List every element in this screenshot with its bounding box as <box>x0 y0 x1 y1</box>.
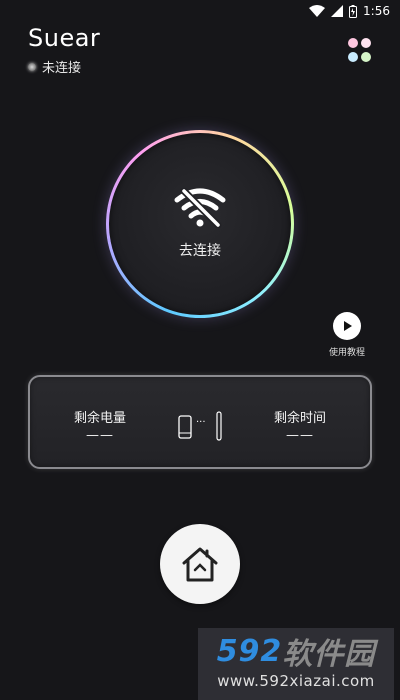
menu-dot-icon <box>348 38 358 48</box>
wifi-status-icon <box>309 5 326 17</box>
watermark-url: www.592xiazai.com <box>217 672 375 690</box>
watermark: 592 软件园 www.592xiazai.com <box>198 628 394 700</box>
battery-remaining: 剩余电量 —— <box>55 407 145 443</box>
watermark-logo: 592 软件园 <box>198 633 394 673</box>
connect-label: 去连接 <box>179 243 221 259</box>
menu-dot-icon <box>361 38 371 48</box>
watermark-number: 592 <box>216 633 283 669</box>
connection-status-text: 未连接 <box>42 61 82 76</box>
phone-icon <box>178 415 192 439</box>
device-connection-icons: ··· <box>178 411 226 443</box>
status-bar: 1:56 <box>0 0 400 22</box>
time-remaining: 剩余时间 —— <box>255 407 345 443</box>
connection-dots: ··· <box>196 417 206 428</box>
watermark-text: 软件园 <box>282 637 376 672</box>
menu-dot-icon <box>348 51 358 62</box>
time-value: —— <box>286 428 314 443</box>
connection-status: 未连接 <box>28 57 81 76</box>
home-icon <box>182 547 218 582</box>
battery-icon <box>349 4 358 18</box>
battery-info-card: 剩余电量 —— ··· 剩余时间 —— <box>28 375 372 469</box>
app-title: Suear <box>28 24 101 52</box>
battery-value: —— <box>86 428 114 443</box>
connect-button-inner: 去连接 <box>109 133 291 315</box>
wifi-off-icon <box>174 188 226 228</box>
battery-label: 剩余电量 <box>73 411 126 426</box>
menu-dot-icon <box>361 51 371 62</box>
menu-button[interactable] <box>348 38 372 62</box>
play-icon <box>333 312 361 340</box>
earpiece-icon <box>216 411 222 441</box>
time-label: 剩余时间 <box>273 411 326 426</box>
status-time: 1:56 <box>363 4 390 18</box>
tutorial-button[interactable]: 使用教程 <box>322 312 372 358</box>
status-dot-icon <box>28 62 36 71</box>
signal-icon <box>331 5 344 17</box>
tutorial-label: 使用教程 <box>328 348 365 358</box>
home-button[interactable] <box>160 524 240 604</box>
connect-button[interactable]: 去连接 <box>106 130 294 318</box>
